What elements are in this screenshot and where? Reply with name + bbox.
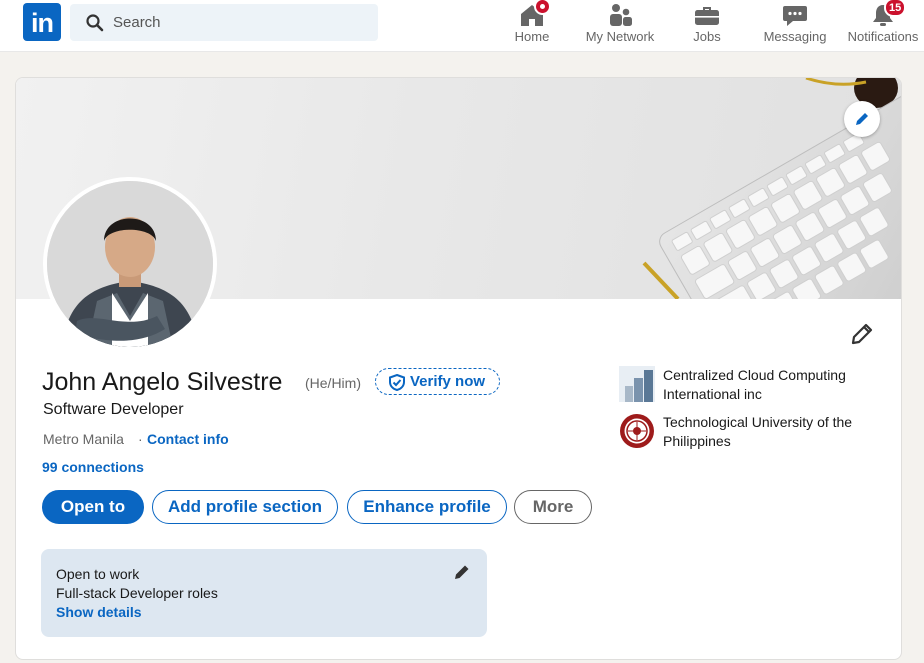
search-box[interactable] [70,4,378,41]
briefcase-icon [695,7,719,25]
school-name: Technological University of the Philippi… [663,414,853,449]
profile-location: Metro Manila [43,431,124,447]
verify-now-button[interactable]: Verify now [375,368,501,395]
nav-notifications[interactable]: 15 Notifications [844,0,922,52]
university-seal-icon [620,414,654,448]
profile-headline: Software Developer [43,401,184,418]
nav-messaging[interactable]: Messaging [760,0,830,52]
more-button[interactable]: More [514,490,592,524]
profile-photo-image [47,181,213,347]
linkedin-logo[interactable]: in [23,3,61,41]
verify-now-label: Verify now [410,373,486,390]
home-notification-dot [534,0,551,15]
search-input[interactable] [113,4,363,41]
messaging-icon [783,6,807,26]
nav-notifications-label: Notifications [847,29,919,44]
nav-messaging-label: Messaging [763,29,827,44]
top-nav: in Home My Network Jobs [0,0,924,52]
company-name: Centralized Cloud Computing Internationa… [663,367,846,402]
shield-check-icon [389,374,405,391]
profile-name: John Angelo Silvestre [42,368,283,396]
profile-card: John Angelo Silvestre (He/Him) Verify no… [15,77,902,660]
nav-home-label: Home [514,29,550,44]
network-icon [610,4,632,26]
nav-my-network[interactable]: My Network [580,0,660,52]
open-to-button[interactable]: Open to [42,490,144,524]
edit-intro-pencil-icon[interactable] [849,321,875,347]
nav-jobs[interactable]: Jobs [683,0,731,52]
add-profile-section-button[interactable]: Add profile section [152,490,338,524]
connections-link[interactable]: 99 connections [42,459,144,475]
search-icon [86,14,104,32]
profile-photo[interactable] [43,177,217,351]
open-to-work-roles: Full-stack Developer roles [56,585,218,601]
show-details-link[interactable]: Show details [56,604,142,620]
company-logo-icon [619,366,655,402]
pencil-icon [856,113,868,125]
open-to-work-box: Open to work Full-stack Developer roles … [41,549,487,637]
nav-home[interactable]: Home [505,0,559,52]
open-to-work-title: Open to work [56,566,140,582]
nav-jobs-label: Jobs [693,29,721,44]
nav-my-network-label: My Network [585,29,655,44]
enhance-profile-button[interactable]: Enhance profile [347,490,507,524]
contact-info-link[interactable]: Contact info [147,431,229,447]
profile-pronouns: (He/Him) [305,375,361,391]
location-separator: · [138,431,143,447]
edit-open-to-work-pencil-icon[interactable] [452,562,472,582]
edit-banner-button[interactable] [844,101,880,137]
notifications-badge: 15 [884,0,907,17]
